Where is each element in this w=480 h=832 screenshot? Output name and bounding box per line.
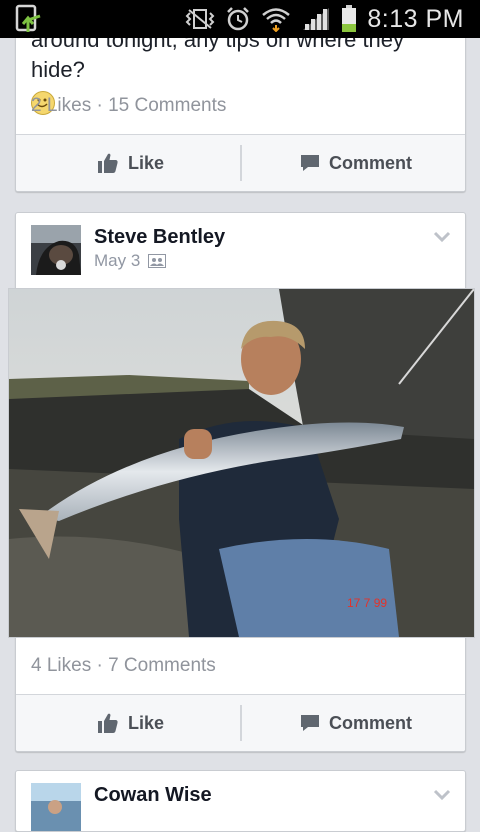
status-time: 8:13 PM (367, 4, 464, 33)
author-name[interactable]: Cowan Wise (94, 784, 212, 807)
action-separator (240, 145, 242, 181)
battery-icon (342, 5, 357, 32)
post-actions: Like Comment (16, 135, 465, 191)
chevron-down-icon[interactable] (433, 231, 451, 243)
photo-date-stamp: 17 7 99 (347, 596, 387, 610)
post-counts[interactable]: 4 Likes · 7 Comments (31, 655, 216, 677)
post-counts[interactable]: 2 Likes · 15 Comments (31, 95, 226, 117)
like-label: Like (128, 712, 165, 733)
post-actions: Like Comment (16, 695, 465, 751)
like-button[interactable]: Like (96, 695, 164, 751)
author-avatar[interactable] (31, 225, 81, 275)
comment-button[interactable]: Comment (299, 135, 412, 191)
status-bar: 8:13 PM (0, 0, 480, 38)
upload-icon (15, 4, 41, 32)
author-avatar[interactable] (31, 783, 81, 831)
post-date[interactable]: May 3 (94, 251, 167, 271)
post-photo[interactable]: 17 7 99 (8, 288, 475, 638)
post-card: Cowan Wise (15, 770, 466, 832)
chevron-down-icon[interactable] (433, 789, 451, 801)
alarm-icon (227, 7, 250, 31)
friends-audience-icon (148, 254, 167, 268)
vibrate-icon (185, 9, 215, 29)
author-name[interactable]: Steve Bentley (94, 226, 225, 249)
like-button[interactable]: Like (96, 135, 164, 191)
post-date-text: May 3 (94, 251, 141, 270)
comment-icon (301, 155, 319, 171)
comment-button[interactable]: Comment (299, 695, 412, 751)
comment-icon (301, 715, 319, 731)
thumbs-up-icon (98, 713, 118, 733)
comment-label: Comment (329, 712, 413, 733)
thumbs-up-icon (98, 153, 118, 173)
signal-icon (303, 8, 330, 30)
like-label: Like (128, 152, 165, 173)
comment-label: Comment (329, 152, 413, 173)
action-separator (240, 705, 242, 741)
wifi-icon (262, 8, 291, 32)
status-icons: 8:13 PM (185, 0, 464, 38)
